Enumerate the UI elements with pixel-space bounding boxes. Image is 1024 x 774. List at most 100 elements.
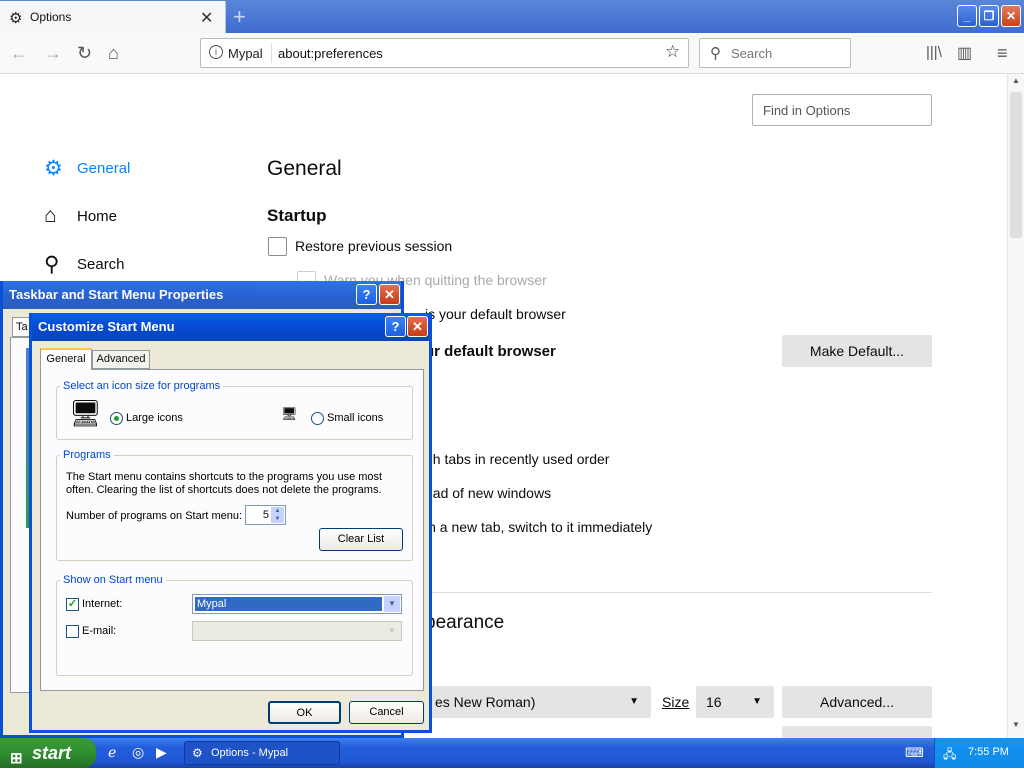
identity-label: Mypal — [228, 46, 263, 61]
check-default-label: is your default browser — [425, 306, 566, 322]
advanced-fonts-button[interactable]: Advanced... — [782, 686, 932, 718]
restore-session-label: Restore previous session — [295, 238, 453, 254]
home-icon[interactable]: ⌂ — [108, 43, 119, 64]
group-label: Show on Start menu — [60, 574, 166, 586]
num-programs-spinner[interactable]: 5 ▲ ▼ — [245, 505, 286, 525]
internet-checkbox[interactable]: ✓ — [66, 598, 79, 611]
not-default-label: ur default browser — [425, 343, 556, 360]
switch-tab-label: in a new tab, switch to it immediately — [425, 519, 653, 535]
restore-button[interactable]: ❐ — [979, 5, 999, 27]
find-placeholder: Find in Options — [763, 103, 851, 118]
bookmark-star-icon[interactable]: ☆ — [665, 42, 680, 62]
font-value: es New Roman) — [435, 694, 536, 710]
dialog-titlebar: Customize Start Menu — [32, 313, 429, 341]
media-player-icon[interactable]: ▶ — [156, 744, 167, 761]
url-text[interactable]: about:preferences — [278, 46, 383, 61]
clock[interactable]: 7:55 PM — [968, 746, 1009, 758]
email-checkbox[interactable] — [66, 625, 79, 638]
restore-session-checkbox[interactable] — [268, 237, 287, 256]
tab-panel: Select an icon size for programs 🖥 Large… — [40, 369, 424, 691]
tab-title: Options — [30, 10, 72, 24]
ie-icon[interactable]: ℯ — [108, 744, 116, 761]
search-box[interactable]: ⚲ Search — [699, 38, 851, 68]
help-button[interactable]: ? — [356, 284, 377, 305]
menu-icon[interactable]: ≡ — [997, 43, 1008, 64]
browser-titlebar: ⚙ Options ✕ + _ ❐ ✕ — [0, 0, 1024, 33]
ctrl-tab-label: gh tabs in recently used order — [425, 451, 610, 467]
close-window-button[interactable]: ✕ — [1001, 5, 1021, 27]
browser-quicklaunch-icon[interactable]: ◎ — [132, 744, 144, 761]
search-icon: ⚲ — [710, 45, 721, 62]
scroll-thumb[interactable] — [1010, 92, 1022, 238]
sidebar-item-search[interactable]: ⚲ Search — [44, 252, 125, 277]
search-icon: ⚲ — [44, 253, 60, 276]
minimize-button[interactable]: _ — [957, 5, 977, 27]
sidebar-icon[interactable]: ▥ — [957, 43, 972, 63]
startup-heading: Startup — [267, 206, 327, 225]
chevron-down-icon[interactable]: ▼ — [384, 596, 400, 612]
back-icon[interactable]: ← — [10, 43, 28, 64]
scroll-down-icon[interactable]: ▼ — [1010, 720, 1022, 734]
tab-label: General — [46, 353, 86, 365]
chevron-down-icon: ▼ — [388, 626, 396, 635]
size-select[interactable]: 16 ▼ — [696, 686, 774, 718]
start-button[interactable]: ⊞ start — [0, 738, 96, 768]
dialog-title: Customize Start Menu — [38, 319, 175, 334]
make-default-button[interactable]: Make Default... — [782, 335, 932, 367]
tab-options[interactable]: ⚙ Options ✕ — [0, 1, 226, 33]
open-windows-label: ead of new windows — [425, 485, 552, 501]
network-icon[interactable]: 🖧 — [943, 745, 956, 766]
sidebar-item-home[interactable]: ⌂ Home — [44, 204, 117, 228]
tab-advanced[interactable]: Advanced — [92, 350, 150, 369]
internet-value: Mypal — [195, 597, 382, 611]
info-icon[interactable]: i — [209, 45, 223, 59]
small-icons-radio[interactable] — [311, 412, 324, 425]
close-tab-icon[interactable]: ✕ — [200, 8, 213, 28]
internet-select[interactable]: Mypal ▼ — [192, 594, 402, 614]
close-button[interactable]: ✕ — [379, 284, 400, 305]
find-in-options-input[interactable]: Find in Options — [752, 94, 932, 126]
task-label: Options - Mypal — [211, 747, 289, 759]
internet-label: Internet: — [82, 598, 123, 610]
size-value: 16 — [706, 694, 722, 710]
url-bar[interactable]: i Mypal about:preferences ☆ — [200, 38, 689, 68]
taskbar-item-options[interactable]: ⚙ Options - Mypal — [184, 741, 340, 765]
cancel-button[interactable]: Cancel — [349, 701, 424, 724]
large-icons-radio[interactable] — [110, 412, 123, 425]
tab-general[interactable]: General — [40, 348, 92, 370]
sidebar-item-general[interactable]: ⚙ General — [44, 156, 130, 181]
num-programs-value: 5 — [262, 509, 269, 521]
group-label: Programs — [60, 449, 114, 461]
gear-icon: ⚙ — [9, 10, 23, 27]
colors-button[interactable] — [782, 726, 932, 738]
spinner-arrows-icon[interactable]: ▲ ▼ — [271, 507, 284, 523]
keyboard-icon[interactable]: ⌨ — [905, 745, 924, 761]
scroll-up-icon[interactable]: ▲ — [1010, 76, 1022, 90]
search-placeholder: Search — [731, 46, 773, 61]
sidebar-item-label: Home — [77, 207, 118, 225]
sidebar-item-label: Search — [77, 256, 125, 273]
small-icons-label: Small icons — [327, 412, 384, 424]
customize-start-menu-dialog: Customize Start Menu ? ✕ General Advance… — [29, 313, 432, 733]
window-title: Taskbar and Start Menu Properties — [9, 287, 224, 302]
size-label: Size — [662, 694, 690, 710]
gear-icon: ⚙ — [44, 157, 63, 180]
new-tab-button[interactable]: + — [233, 4, 246, 30]
divider — [425, 592, 932, 593]
system-tray: 🖧 7:55 PM — [934, 738, 1024, 768]
num-programs-label: Number of programs on Start menu: — [66, 510, 243, 522]
appearance-heading: pearance — [425, 612, 505, 633]
help-button[interactable]: ? — [385, 316, 406, 337]
ok-button[interactable]: OK — [268, 701, 341, 724]
page-title: General — [267, 157, 342, 180]
email-select[interactable]: ▼ — [192, 621, 402, 641]
library-icon[interactable]: |||\ — [926, 44, 942, 61]
scrollbar[interactable]: ▲ ▼ — [1007, 74, 1024, 738]
close-button[interactable]: ✕ — [407, 316, 428, 337]
navigation-toolbar: ← → ↻ ⌂ i Mypal about:preferences ☆ ⚲ Se… — [0, 33, 1024, 74]
forward-icon[interactable]: → — [44, 43, 62, 64]
font-select[interactable]: es New Roman) ▼ — [425, 686, 651, 718]
clear-list-button[interactable]: Clear List — [319, 528, 403, 551]
large-icons-label: Large icons — [126, 412, 183, 424]
reload-icon[interactable]: ↻ — [77, 43, 92, 64]
